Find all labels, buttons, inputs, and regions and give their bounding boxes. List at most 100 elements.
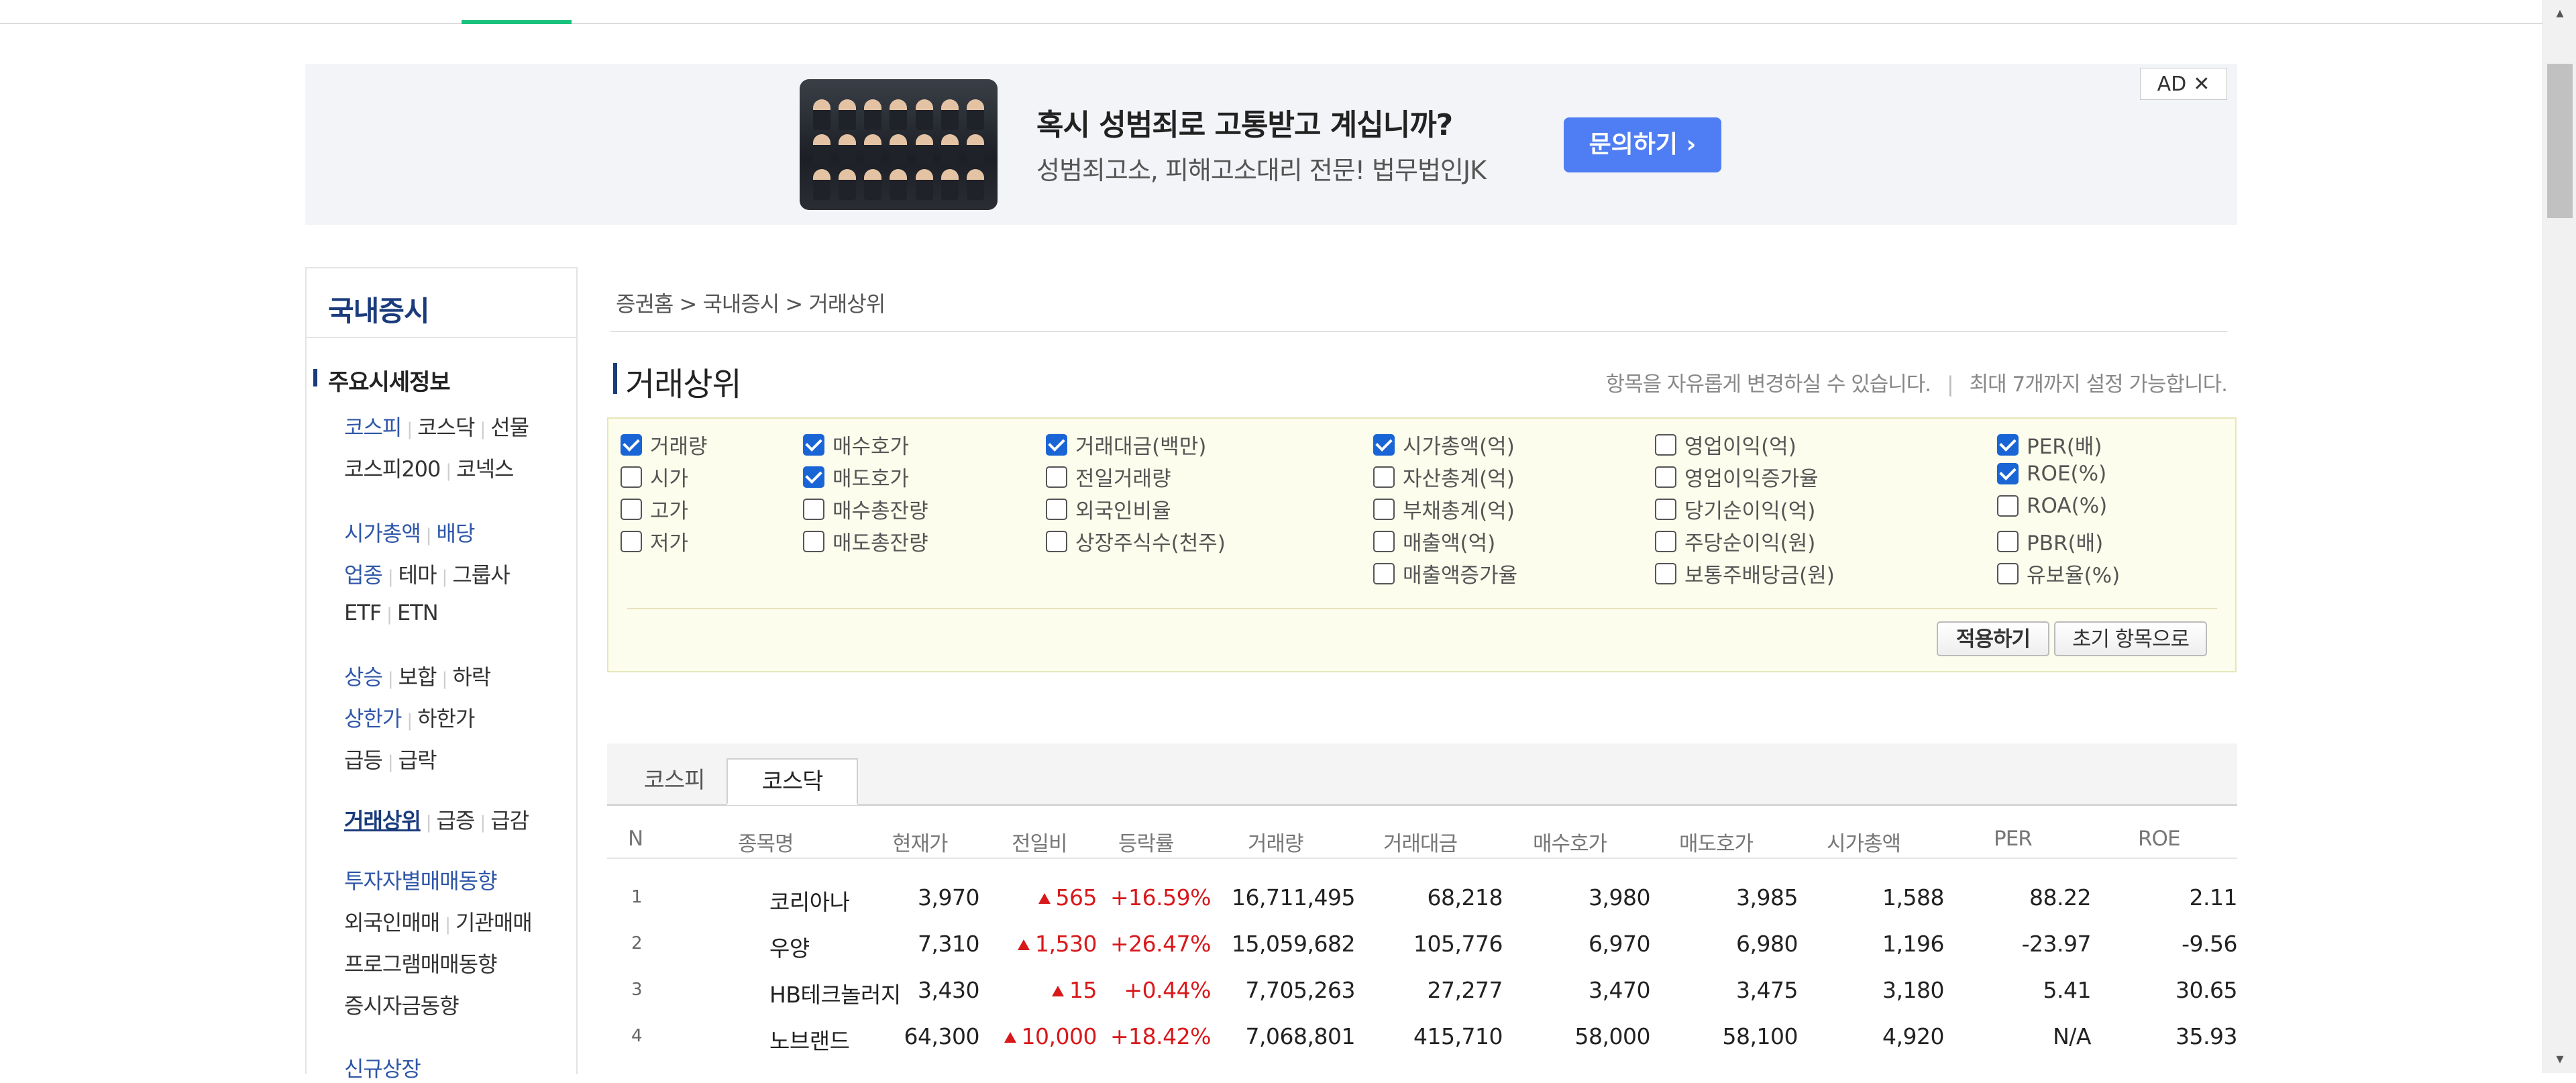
left-nav-section[interactable]: 주요시세정보 [313,364,451,397]
option-checkbox[interactable] [1373,466,1395,488]
option-checkbox[interactable] [1997,495,2019,517]
option-checkbox[interactable] [803,433,824,456]
nav-new-listings[interactable]: 신규상장 [344,1056,421,1082]
option-checkbox[interactable] [621,433,642,456]
breadcrumb[interactable]: 증권홈 > 국내증시 > 거래상위 [616,287,885,318]
nav-market-funds[interactable]: 증시자금동향 [344,993,460,1019]
nav-institution-trading[interactable]: 기관매매 [455,910,533,935]
option-checkbox[interactable] [1046,498,1067,520]
column-option[interactable]: 매출액(억) [1373,526,1495,556]
nav-kospi[interactable]: 코스피 [344,415,402,440]
stock-name-link[interactable]: 코리아나 [769,884,850,917]
nav-fall[interactable]: 하락 [452,664,491,690]
option-checkbox[interactable] [1655,466,1676,488]
nav-upper-limit[interactable]: 상한가 [344,706,402,731]
nav-plunge[interactable]: 급락 [398,747,437,773]
nav-lower-limit[interactable]: 하한가 [417,706,475,731]
nav-volume-decrease[interactable]: 급감 [490,808,529,833]
column-option[interactable]: 부채총계(억) [1373,494,1515,524]
stock-name-link[interactable]: HB테크놀러지 [769,977,901,1009]
option-checkbox[interactable] [1373,530,1395,552]
nav-volume-increase[interactable]: 급증 [437,808,476,833]
option-checkbox[interactable] [1997,433,2019,456]
nav-investor-trading[interactable]: 투자자별매매동향 [344,868,498,894]
option-checkbox[interactable] [803,530,824,552]
option-checkbox[interactable] [1655,498,1676,520]
nav-dividend[interactable]: 배당 [437,521,476,546]
nav-futures[interactable]: 선물 [490,415,529,440]
column-option[interactable]: 영업이익증가율 [1655,462,1819,492]
nav-foreign-trading[interactable]: 외국인매매 [344,910,440,935]
option-checkbox[interactable] [1046,530,1067,552]
ad-image[interactable] [800,79,998,210]
page-scrollbar[interactable]: ▴ ▾ [2542,0,2576,1073]
option-checkbox[interactable] [621,466,642,488]
column-option[interactable]: PER(배) [1997,429,2102,460]
scroll-down-icon[interactable]: ▾ [2543,1046,2576,1073]
column-option[interactable]: ROA(%) [1997,494,2107,518]
left-nav-title[interactable]: 국내증시 [328,289,430,329]
nav-kospi200[interactable]: 코스피200 [344,456,441,482]
option-checkbox[interactable] [1997,562,2019,584]
nav-theme[interactable]: 테마 [398,562,437,588]
table-row[interactable]: 3 HB테크놀러지 3,430 15 +0.44% 7,705,263 27,277 3,47… [607,965,2237,1011]
nav-flat[interactable]: 보합 [398,664,437,690]
ad-subtitle[interactable]: 성범죄고소, 피해고소대리 전문! 법무법인JK [1036,150,1487,187]
option-checkbox[interactable] [1997,530,2019,552]
nav-industry[interactable]: 업종 [344,562,383,588]
column-option[interactable]: 전일거래량 [1046,462,1171,492]
column-option[interactable]: ROE(%) [1997,462,2106,486]
nav-top-trading[interactable]: 거래상위 [344,808,421,833]
option-checkbox[interactable] [1046,466,1067,488]
option-checkbox[interactable] [1655,433,1676,456]
nav-market-cap[interactable]: 시가총액 [344,521,421,546]
column-option[interactable]: 매도총잔량 [803,526,928,556]
apply-button[interactable]: 적용하기 [1937,621,2049,656]
column-option[interactable]: 거래량 [621,429,708,460]
column-option[interactable]: 매출액증가율 [1373,558,1517,588]
scroll-thumb[interactable] [2547,64,2573,218]
column-option[interactable]: 거래대금(백만) [1046,429,1206,460]
ad-title[interactable]: 혹시 성범죄로 고통받고 계십니까? [1036,101,1453,144]
nav-surge[interactable]: 급등 [344,747,383,773]
column-option[interactable]: 영업이익(억) [1655,429,1796,460]
stock-name-link[interactable]: 노브랜드 [769,1023,850,1055]
column-option[interactable]: 시가 [621,462,688,492]
column-option[interactable]: 시가총액(억) [1373,429,1515,460]
column-option[interactable]: 고가 [621,494,688,524]
option-checkbox[interactable] [621,530,642,552]
close-icon[interactable]: ✕ [2193,72,2210,96]
scroll-up-icon[interactable]: ▴ [2543,0,2576,27]
option-checkbox[interactable] [1655,530,1676,552]
column-option[interactable]: 저가 [621,526,688,556]
column-option[interactable]: 외국인비율 [1046,494,1171,524]
option-checkbox[interactable] [803,466,824,488]
table-row[interactable]: 1 코리아나 3,970 565 +16.59% 16,711,495 68,218 3,98… [607,872,2238,919]
ad-banner[interactable]: 혹시 성범죄로 고통받고 계십니까? 성범죄고소, 피해고소대리 전문! 법무법… [305,64,2237,225]
column-option[interactable]: 상장주식수(천주) [1046,526,1226,556]
column-option[interactable]: 보통주배당금(원) [1655,558,1835,588]
option-checkbox[interactable] [1046,433,1067,456]
option-checkbox[interactable] [803,498,824,520]
nav-etn[interactable]: ETN [397,600,439,625]
option-checkbox[interactable] [1655,562,1676,584]
nav-rise[interactable]: 상승 [344,664,383,690]
tab-kosdaq[interactable]: 코스닥 [727,758,858,805]
ad-inquiry-button[interactable]: 문의하기 › [1564,117,1721,172]
option-checkbox[interactable] [621,498,642,520]
nav-etf[interactable]: ETF [344,600,382,625]
option-checkbox[interactable] [1373,562,1395,584]
stock-name-link[interactable]: 우양 [769,931,810,963]
column-option[interactable]: 유보율(%) [1997,558,2120,588]
option-checkbox[interactable] [1373,498,1395,520]
table-row[interactable]: 2 우양 7,310 1,530 +26.47% 15,059,682 105,776 6,9… [607,919,2237,965]
reset-button[interactable]: 초기 항목으로 [2054,621,2207,656]
nav-group[interactable]: 그룹사 [452,562,510,588]
option-checkbox[interactable] [1997,463,2019,484]
nav-kosdaq[interactable]: 코스닥 [417,415,475,440]
option-checkbox[interactable] [1373,433,1395,456]
nav-program-trading[interactable]: 프로그램매매동향 [344,951,498,977]
column-option[interactable]: PBR(배) [1997,526,2103,556]
tab-kospi[interactable]: 코스피 [627,758,721,805]
column-option[interactable]: 매수총잔량 [803,494,928,524]
